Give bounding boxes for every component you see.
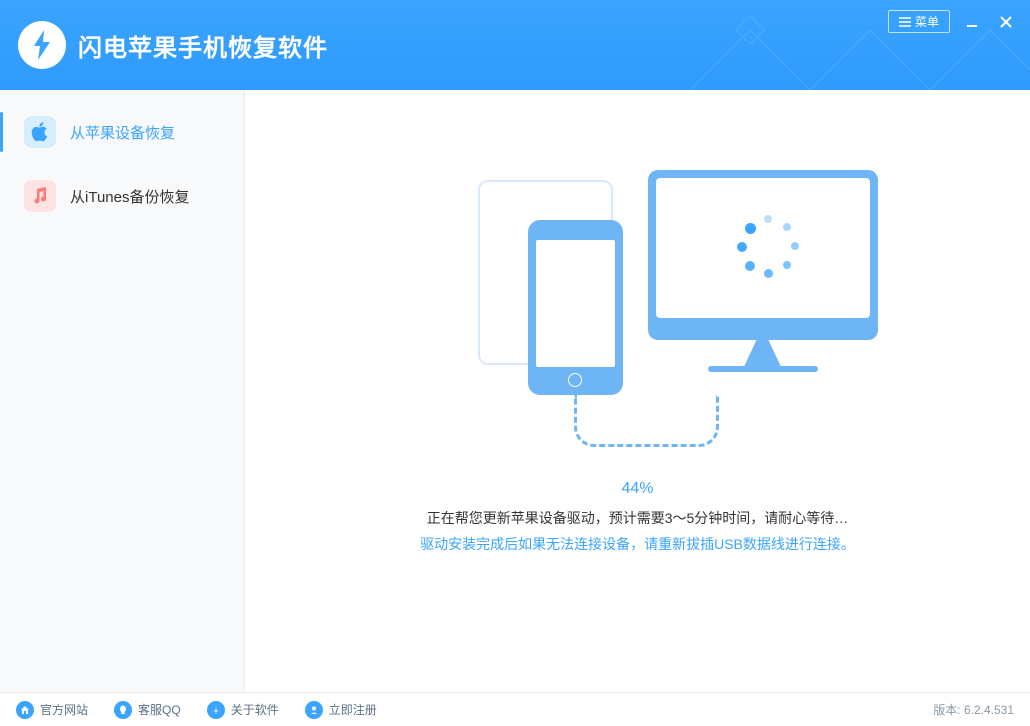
phone-icon	[528, 220, 623, 395]
connection-illustration	[378, 160, 898, 410]
menu-button[interactable]: 菜单	[888, 10, 950, 33]
home-icon	[16, 701, 34, 719]
status-block: 44% 正在帮您更新苹果设备驱动，预计需要3～5分钟时间，请耐心等待… 驱动安装…	[420, 480, 855, 554]
info-icon	[207, 701, 225, 719]
cable-icon	[574, 395, 719, 447]
progress-percent: 44%	[420, 480, 855, 498]
sidebar-item-label: 从苹果设备恢复	[70, 122, 175, 143]
app-logo	[18, 21, 66, 69]
footer-link-qq[interactable]: 客服QQ	[114, 701, 181, 719]
footer-link-about[interactable]: 关于软件	[207, 701, 279, 719]
lightning-icon	[29, 30, 55, 60]
footer-link-label: 关于软件	[231, 701, 279, 718]
footer-link-website[interactable]: 官方网站	[16, 701, 88, 719]
close-button[interactable]	[994, 12, 1018, 32]
version-label: 版本: 6.2.4.531	[933, 701, 1014, 718]
footer-links: 官方网站 客服QQ 关于软件 立即注册	[16, 701, 377, 719]
app-title: 闪电苹果手机恢复软件	[78, 28, 328, 63]
footer-link-label: 立即注册	[329, 701, 377, 718]
main-panel: 44% 正在帮您更新苹果设备驱动，预计需要3～5分钟时间，请耐心等待… 驱动安装…	[245, 90, 1030, 692]
menu-label: 菜单	[915, 13, 939, 30]
sidebar-item-label: 从iTunes备份恢复	[70, 186, 189, 207]
content-area: 从苹果设备恢复 从iTunes备份恢复	[0, 90, 1030, 692]
sidebar: 从苹果设备恢复 从iTunes备份恢复	[0, 90, 245, 692]
menu-icon	[899, 17, 911, 27]
status-line-1: 正在帮您更新苹果设备驱动，预计需要3～5分钟时间，请耐心等待…	[420, 508, 855, 528]
music-note-icon	[24, 180, 56, 212]
sidebar-item-itunes-backup[interactable]: 从iTunes备份恢复	[0, 164, 244, 228]
status-bar: 官方网站 客服QQ 关于软件 立即注册 版本: 6.2.4.531	[0, 692, 1030, 726]
close-icon	[999, 15, 1013, 29]
qq-icon	[114, 701, 132, 719]
footer-link-label: 客服QQ	[138, 701, 181, 718]
sidebar-item-apple-device[interactable]: 从苹果设备恢复	[0, 100, 244, 164]
footer-link-register[interactable]: 立即注册	[305, 701, 377, 719]
status-line-2: 驱动安装完成后如果无法连接设备，请重新拔插USB数据线进行连接。	[420, 534, 855, 554]
user-icon	[305, 701, 323, 719]
title-bar: 闪电苹果手机恢复软件 菜单	[0, 0, 1030, 90]
minimize-icon	[965, 15, 979, 29]
window-controls: 菜单	[888, 10, 1018, 33]
loading-spinner-icon	[733, 215, 803, 285]
minimize-button[interactable]	[960, 12, 984, 32]
monitor-base	[708, 366, 818, 372]
footer-link-label: 官方网站	[40, 701, 88, 718]
apple-icon	[24, 116, 56, 148]
